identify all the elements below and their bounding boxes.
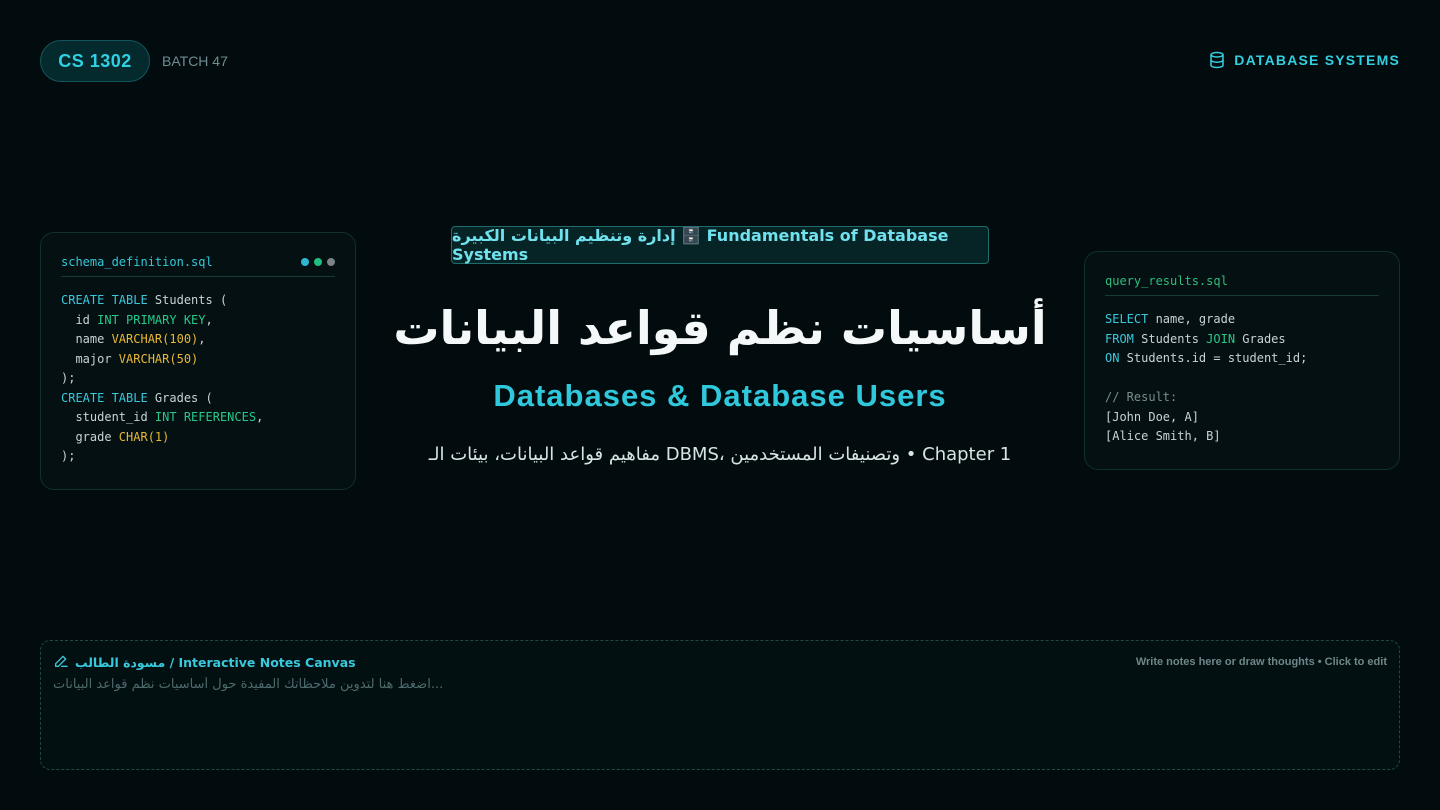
code-block: SELECT name, grade FROM Students JOIN Gra…	[1105, 310, 1379, 447]
notes-title-text: مسودة الطالب / Interactive Notes Canvas	[75, 654, 356, 670]
code-token: id	[61, 312, 98, 327]
course-code-badge: CS 1302	[40, 40, 150, 82]
code-token: student_id	[61, 410, 155, 424]
code-token: grade	[61, 429, 119, 444]
code-token: major	[61, 351, 119, 366]
code-token: );	[61, 449, 76, 463]
code-line: SELECT name, grade	[1105, 310, 1379, 330]
code-line: grade CHAR(1)	[61, 428, 335, 448]
code-line: name VARCHAR(100),	[61, 330, 335, 350]
window-dot	[327, 257, 335, 266]
code-filename: schema_definition.sql	[61, 254, 213, 269]
code-token: ,	[198, 332, 206, 346]
code-card-header: schema_definition.sql	[61, 253, 335, 277]
page-title: أساسيات نظم قواعد البيانات	[393, 301, 1047, 355]
code-token: ,	[256, 410, 264, 424]
code-token: Students.id = student_id;	[1119, 351, 1308, 365]
batch-label: BATCH 47	[162, 53, 228, 69]
code-token: Grades (	[147, 390, 213, 405]
window-dot	[301, 257, 309, 266]
code-line: student_id INT REFERENCES,	[61, 408, 335, 428]
notes-canvas[interactable]: مسودة الطالب / Interactive Notes Canvas …	[40, 640, 1400, 770]
code-card-header: query_results.sql	[1105, 272, 1379, 296]
code-token: INT REFERENCES	[154, 410, 257, 424]
code-token: JOIN	[1206, 331, 1236, 346]
notes-header: مسودة الطالب / Interactive Notes Canvas …	[53, 653, 1387, 671]
code-block: CREATE TABLE Students ( id INT PRIMARY K…	[61, 291, 335, 467]
code-token: ,	[205, 312, 213, 327]
code-token: CREATE TABLE	[61, 293, 148, 307]
code-token: CREATE TABLE	[61, 390, 148, 405]
code-line: );	[61, 447, 335, 467]
code-token: VARCHAR(50)	[118, 351, 199, 366]
window-dots	[301, 257, 335, 266]
code-line: major VARCHAR(50)	[61, 350, 335, 370]
code-line: // Result:	[1105, 388, 1379, 408]
window-dot	[314, 257, 322, 266]
query-code-card: query_results.sql SELECT name, grade FROM…	[1084, 251, 1400, 470]
code-line: id INT PRIMARY KEY,	[61, 311, 335, 331]
page-subtitle: Databases & Database Users	[493, 378, 947, 413]
code-line: ON Students.id = student_id;	[1105, 349, 1379, 369]
code-token: Students (	[147, 293, 228, 307]
code-line: CREATE TABLE Students (	[61, 291, 335, 311]
pencil-icon	[53, 653, 69, 672]
code-token: INT PRIMARY KEY	[97, 312, 206, 327]
code-token: name, grade	[1148, 312, 1236, 326]
code-token: [Alice Smith, B]	[1105, 429, 1221, 443]
code-line: FROM Students JOIN Grades	[1105, 330, 1379, 350]
code-token: );	[61, 371, 76, 385]
code-line: [John Doe, A]	[1105, 408, 1379, 428]
brand-text: DATABASE SYSTEMS	[1234, 52, 1400, 68]
chapter-description: مفاهيم قواعد البيانات، بيئات الـ DBMS، و…	[428, 444, 1012, 465]
brand-label: DATABASE SYSTEMS	[1208, 51, 1400, 69]
code-filename: query_results.sql	[1105, 273, 1228, 288]
notes-hint: Write notes here or draw thoughts • Clic…	[1135, 656, 1387, 668]
database-icon	[1208, 51, 1226, 69]
code-line: [Alice Smith, B]	[1105, 427, 1379, 447]
notes-input[interactable]	[53, 677, 1387, 757]
course-tag-pill: إدارة وتنظيم البيانات الكبيرة 🗄️ Fundame…	[451, 226, 989, 264]
code-token: Students	[1133, 331, 1207, 346]
code-line: );	[61, 369, 335, 389]
schema-code-card: schema_definition.sql CREATE TABLE Stude…	[40, 232, 356, 490]
code-token: CHAR(1)	[118, 429, 170, 444]
code-line: CREATE TABLE Grades (	[61, 389, 335, 409]
code-token: Grades	[1235, 331, 1286, 346]
notes-title: مسودة الطالب / Interactive Notes Canvas	[53, 653, 356, 672]
code-token: VARCHAR(100)	[111, 332, 199, 346]
code-token: name	[61, 332, 112, 346]
